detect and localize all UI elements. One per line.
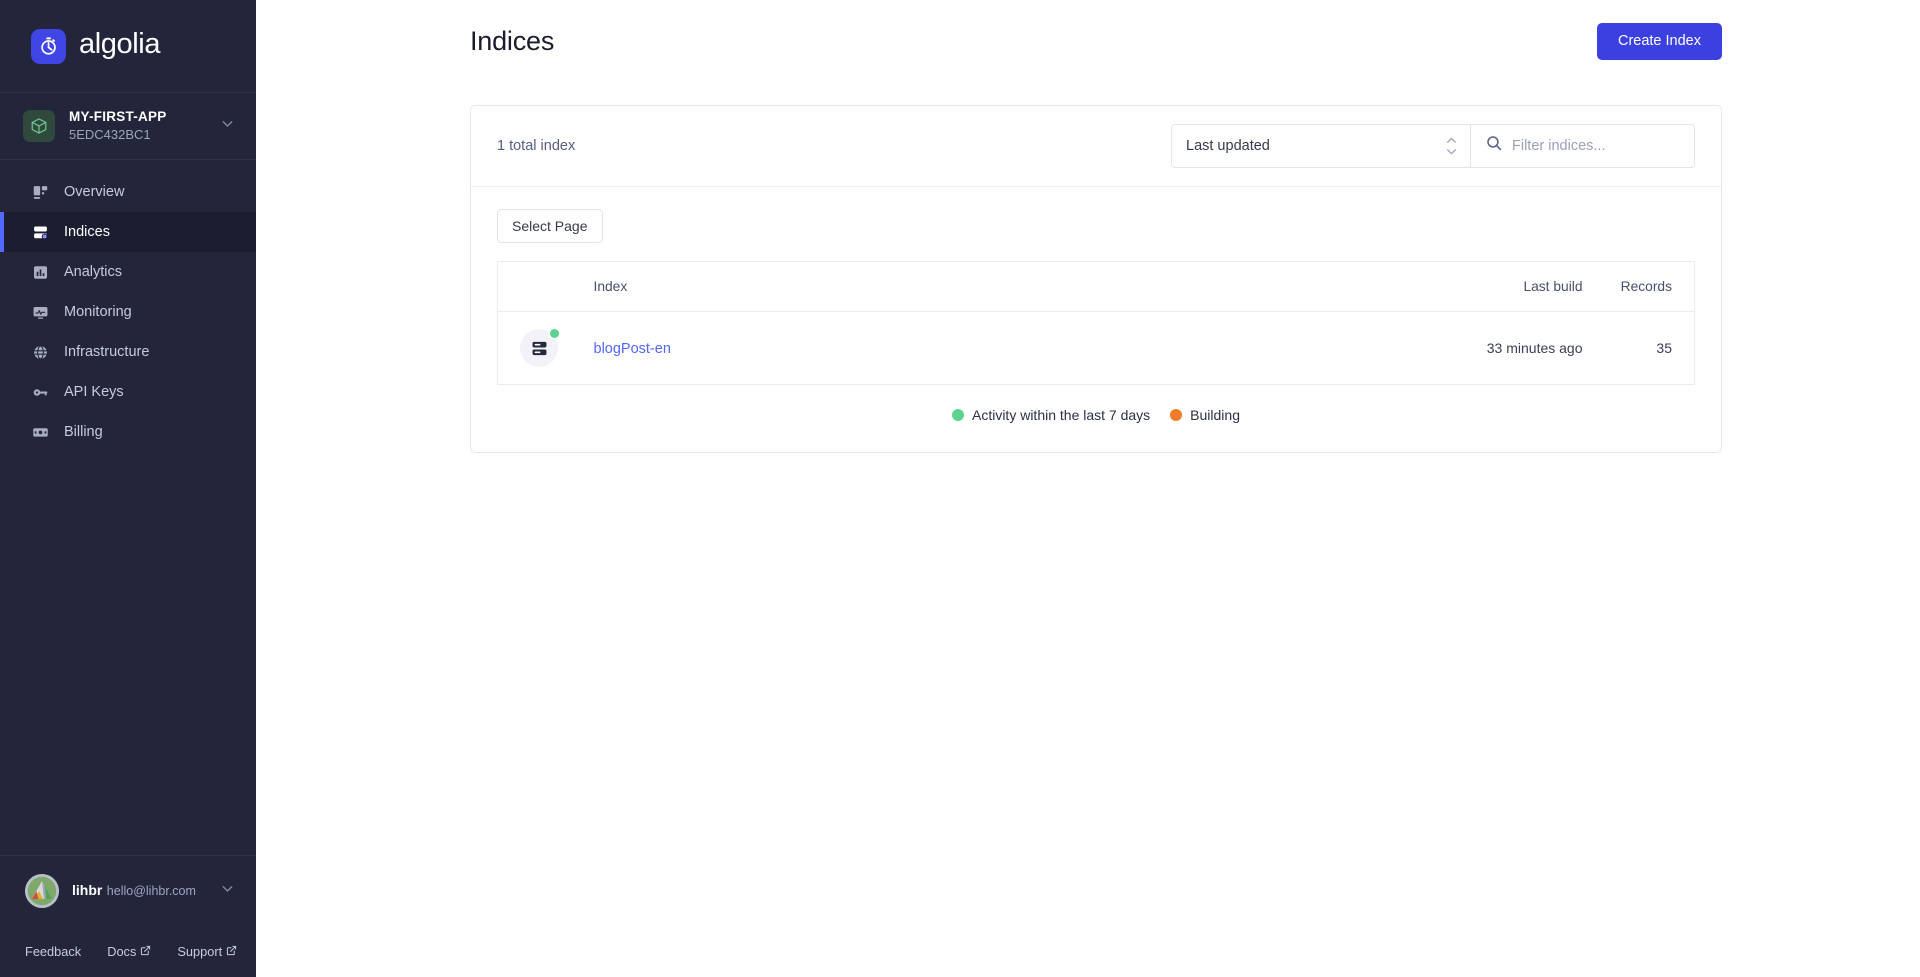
indices-table: Index Last build Records blogPost-en 33 … [497, 261, 1695, 386]
user-meta: lihbr hello@lihbr.com [72, 881, 206, 900]
table-header-row: Index Last build Records [497, 261, 1695, 313]
sidebar-item-billing[interactable]: Billing [0, 412, 256, 452]
cube-icon [23, 110, 55, 142]
globe-icon [31, 343, 49, 361]
sidebar-footer: Feedback Docs Support [0, 925, 256, 977]
app-switcher[interactable]: MY-FIRST-APP 5EDC432BC1 [0, 92, 256, 160]
row-icon-cell [498, 312, 594, 385]
sidebar: algolia MY-FIRST-APP 5EDC432BC1 Overview… [0, 0, 256, 977]
page-header: Indices Create Index [256, 0, 1920, 60]
external-link-icon [140, 944, 151, 959]
credit-card-icon [31, 423, 49, 441]
index-stack-icon [31, 223, 49, 241]
panel-body: Select Page Index Last build Records blo… [471, 187, 1721, 453]
legend-dot-green [951, 409, 964, 422]
legend-label: Activity within the last 7 days [971, 407, 1151, 424]
sidebar-item-label: Billing [64, 424, 103, 440]
filter-indices-field[interactable] [1471, 123, 1695, 168]
algolia-logo-icon [31, 28, 66, 64]
key-icon [31, 383, 49, 401]
status-legend: Activity within the last 7 days Building [497, 407, 1695, 423]
toolbar-controls: Last updated [1171, 123, 1695, 168]
sidebar-item-label: API Keys [64, 384, 124, 400]
status-badge [548, 327, 561, 341]
panel-toolbar: 1 total index Last updated [471, 106, 1721, 187]
search-icon [1485, 134, 1503, 157]
row-records-cell: 35 [1656, 340, 1672, 357]
user-name: lihbr [72, 882, 103, 898]
table-body: blogPost-en 33 minutes ago 35 [498, 312, 1695, 385]
user-email: hello@lihbr.com [106, 884, 196, 898]
footer-link-label: Feedback [25, 944, 82, 959]
footer-link-feedback[interactable]: Feedback [25, 944, 81, 959]
legend-item-activity: Activity within the last 7 days [951, 407, 1151, 424]
column-header-icon [497, 261, 594, 313]
table-head: Index Last build Records [497, 261, 1695, 313]
row-last-build-cell: 33 minutes ago [1486, 340, 1583, 357]
sidebar-nav: Overview Indices Analytics Monitoring In… [0, 160, 256, 855]
legend-dot-orange [1170, 409, 1183, 422]
bar-chart-icon [31, 263, 49, 281]
app-meta: MY-FIRST-APP 5EDC432BC1 [69, 108, 205, 144]
index-stack-icon [520, 327, 561, 368]
footer-link-label: Support [177, 944, 223, 959]
select-page-button[interactable]: Select Page [497, 208, 603, 244]
avatar [25, 873, 59, 908]
sidebar-item-label: Monitoring [64, 304, 132, 320]
create-index-button[interactable]: Create Index [1596, 23, 1722, 60]
table-row[interactable]: blogPost-en 33 minutes ago 35 [498, 312, 1695, 385]
row-index-cell: blogPost-en [594, 312, 1403, 385]
sidebar-item-overview[interactable]: Overview [0, 172, 256, 212]
monitor-icon [31, 303, 49, 321]
legend-item-building: Building [1170, 407, 1240, 423]
search-input[interactable] [1512, 137, 1680, 154]
sidebar-item-label: Analytics [64, 264, 123, 280]
sort-chevrons-icon [1445, 136, 1458, 155]
indices-panel: 1 total index Last updated Filter indice… [470, 104, 1722, 454]
sort-select[interactable]: Last updated [1171, 123, 1471, 168]
index-link[interactable]: blogPost-en [594, 341, 671, 357]
chevron-down-icon[interactable] [219, 115, 236, 137]
total-index-count: 1 total index [497, 137, 576, 154]
footer-link-label: Docs [107, 944, 137, 959]
sidebar-item-infrastructure[interactable]: Infrastructure [0, 332, 256, 372]
column-header-last-build: Last build [1402, 261, 1583, 313]
dashboard-icon [31, 183, 49, 201]
footer-link-docs[interactable]: Docs [107, 944, 151, 959]
user-block[interactable]: lihbr hello@lihbr.com [0, 855, 256, 925]
column-header-index: Index [593, 261, 1403, 313]
app-root: algolia MY-FIRST-APP 5EDC432BC1 Overview… [0, 0, 1920, 977]
external-link-icon [226, 944, 237, 959]
sidebar-item-analytics[interactable]: Analytics [0, 252, 256, 292]
page-title: Indices [470, 25, 555, 56]
column-header-records: Records [1582, 261, 1695, 313]
app-id: 5EDC432BC1 [69, 127, 151, 142]
sidebar-item-api-keys[interactable]: API Keys [0, 372, 256, 412]
legend-label: Building [1190, 407, 1240, 424]
chevron-down-icon[interactable] [219, 880, 236, 902]
brand-wordmark: algolia [79, 28, 161, 60]
brand[interactable]: algolia [0, 0, 256, 92]
sidebar-item-label: Overview [64, 184, 125, 200]
sidebar-item-label: Indices [64, 224, 110, 240]
sidebar-item-indices[interactable]: Indices [0, 212, 256, 252]
sort-select-value: Last updated [1186, 137, 1270, 154]
main-content: Indices Create Index 1 total index Last … [256, 0, 1920, 977]
sidebar-item-label: Infrastructure [64, 344, 150, 360]
app-name: MY-FIRST-APP [69, 109, 167, 124]
footer-link-support[interactable]: Support [177, 944, 237, 959]
sidebar-item-monitoring[interactable]: Monitoring [0, 292, 256, 332]
